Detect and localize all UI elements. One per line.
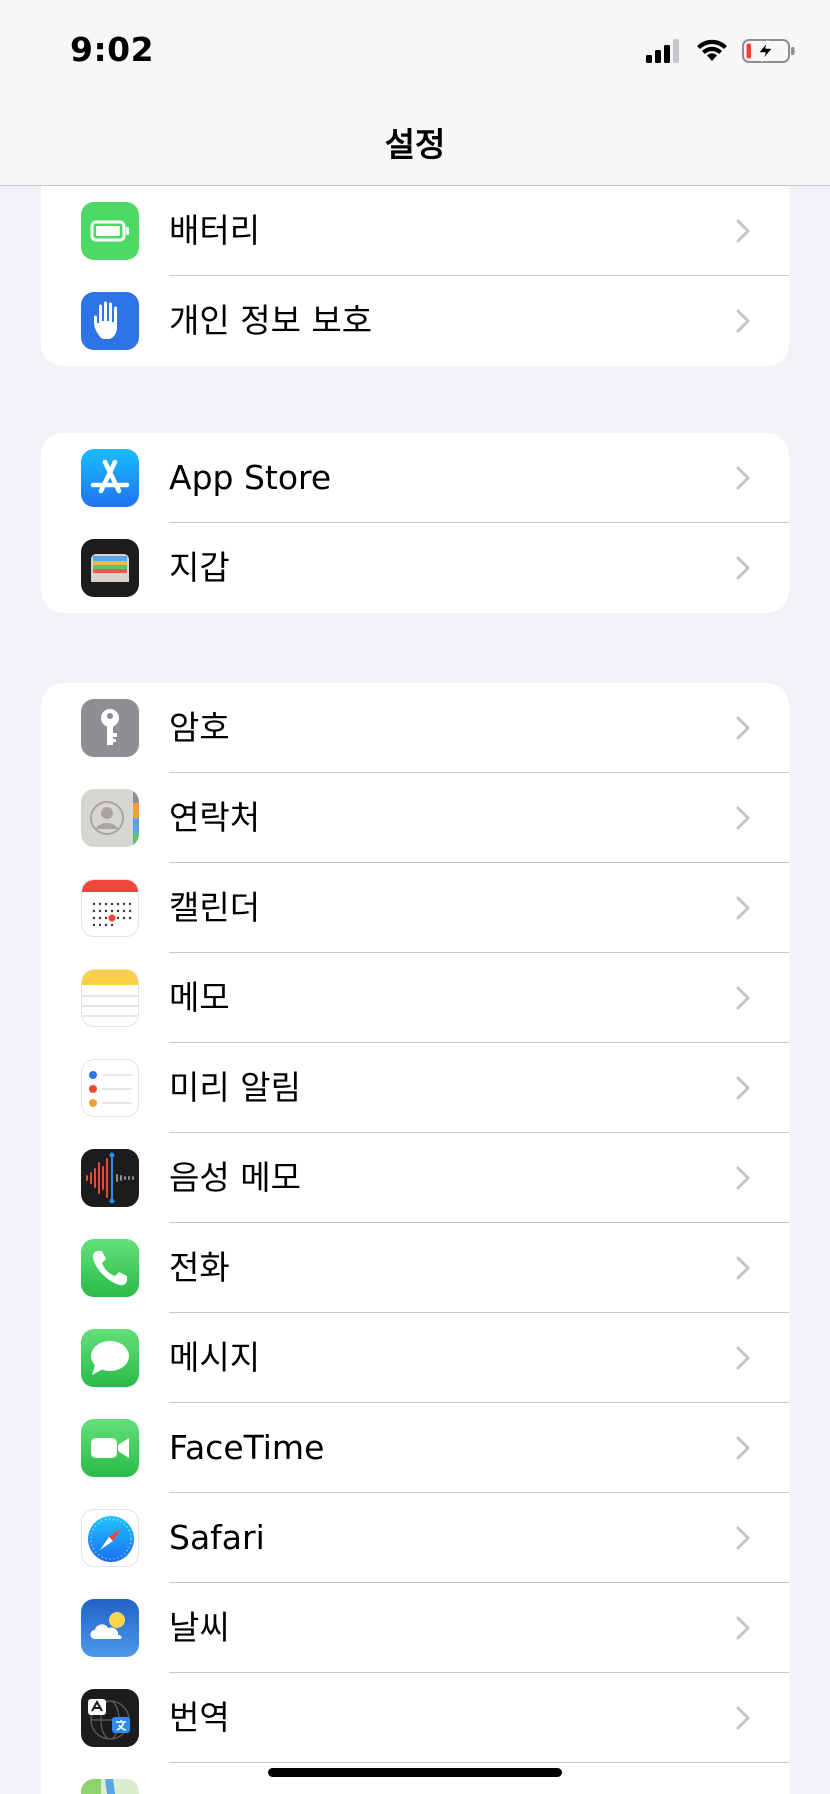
settings-row-reminders[interactable]: 미리 알림: [41, 1043, 789, 1133]
translate-icon: [81, 1689, 139, 1747]
safari-icon: [81, 1509, 139, 1567]
settings-row-translate[interactable]: 번역: [41, 1673, 789, 1763]
home-indicator[interactable]: [268, 1768, 562, 1777]
facetime-icon: [81, 1419, 139, 1477]
settings-row-app-store[interactable]: App Store: [41, 433, 789, 523]
chevron-right-icon: [736, 896, 750, 920]
settings-row-label: 번역: [169, 1698, 230, 1737]
settings-row-voice-memos[interactable]: 음성 메모: [41, 1133, 789, 1223]
settings-group-store: App Store 지갑: [41, 433, 789, 613]
chevron-right-icon: [736, 1436, 750, 1460]
settings-list[interactable]: 배터리 개인 정보 보호 App Store 지갑 암호 연락처 캘린더 메모 …: [0, 186, 830, 1794]
settings-row-label: 음성 메모: [169, 1158, 301, 1197]
wifi-icon: [697, 39, 727, 61]
messages-icon: [81, 1329, 139, 1387]
wallet-icon: [81, 539, 139, 597]
settings-row-calendar[interactable]: 캘린더: [41, 863, 789, 953]
phone-icon: [81, 1239, 139, 1297]
chevron-right-icon: [736, 1166, 750, 1190]
chevron-right-icon: [736, 556, 750, 580]
settings-row-label: FaceTime: [169, 1428, 325, 1467]
chevron-right-icon: [736, 219, 750, 243]
settings-row-label: 전화: [169, 1248, 230, 1287]
reminders-icon: [81, 1059, 139, 1117]
settings-row-label: 지갑: [169, 548, 230, 587]
key-icon: [81, 699, 139, 757]
settings-row-label: 연락처: [169, 798, 261, 837]
settings-row-label: 캘린더: [169, 888, 261, 927]
status-bar: 9:02: [0, 0, 830, 100]
calendar-icon: [81, 879, 139, 937]
settings-group-apps: 암호 연락처 캘린더 메모 미리 알림 음성 메모 전화 메시지 FaceTim…: [41, 683, 789, 1794]
settings-row-label: 미리 알림: [169, 1068, 301, 1107]
settings-row-label: 암호: [169, 708, 230, 747]
settings-row-battery[interactable]: 배터리: [41, 186, 789, 276]
settings-row-privacy[interactable]: 개인 정보 보호: [41, 276, 789, 366]
chevron-right-icon: [736, 806, 750, 830]
weather-icon: [81, 1599, 139, 1657]
chevron-right-icon: [736, 466, 750, 490]
settings-row-label: 배터리: [169, 211, 261, 250]
settings-row-label: Safari: [169, 1518, 265, 1557]
page-title: 설정: [384, 125, 446, 164]
chevron-right-icon: [736, 716, 750, 740]
cellular-signal-icon: [646, 39, 679, 63]
chevron-right-icon: [736, 309, 750, 333]
settings-row-label: 날씨: [169, 1608, 230, 1647]
maps-icon: [81, 1779, 139, 1794]
settings-row-safari[interactable]: Safari: [41, 1493, 789, 1583]
settings-row-messages[interactable]: 메시지: [41, 1313, 789, 1403]
notes-icon: [81, 969, 139, 1027]
battery-charging-icon: [742, 39, 795, 63]
settings-row-wallet[interactable]: 지갑: [41, 523, 789, 613]
battery-icon: [81, 202, 139, 260]
settings-row-phone[interactable]: 전화: [41, 1223, 789, 1313]
chevron-right-icon: [736, 1346, 750, 1370]
settings-row-notes[interactable]: 메모: [41, 953, 789, 1043]
settings-row-label: 메시지: [169, 1338, 261, 1377]
contacts-icon: [81, 789, 139, 847]
chevron-right-icon: [736, 1526, 750, 1550]
settings-row-facetime[interactable]: FaceTime: [41, 1403, 789, 1493]
settings-group-system: 배터리 개인 정보 보호: [41, 186, 789, 366]
chevron-right-icon: [736, 1076, 750, 1100]
status-time: 9:02: [70, 30, 155, 69]
settings-row-label: 메모: [169, 978, 230, 1017]
status-icons: [646, 36, 796, 66]
settings-row-weather[interactable]: 날씨: [41, 1583, 789, 1673]
chevron-right-icon: [736, 1616, 750, 1640]
app-store-icon: [81, 449, 139, 507]
chevron-right-icon: [736, 1256, 750, 1280]
settings-row-contacts[interactable]: 연락처: [41, 773, 789, 863]
navigation-bar: 설정: [0, 100, 830, 186]
hand-icon: [81, 292, 139, 350]
voice-memo-icon: [81, 1149, 139, 1207]
settings-row-passwords[interactable]: 암호: [41, 683, 789, 773]
chevron-right-icon: [736, 986, 750, 1010]
settings-row-label: App Store: [169, 458, 332, 497]
settings-row-label: 개인 정보 보호: [169, 301, 373, 340]
chevron-right-icon: [736, 1706, 750, 1730]
